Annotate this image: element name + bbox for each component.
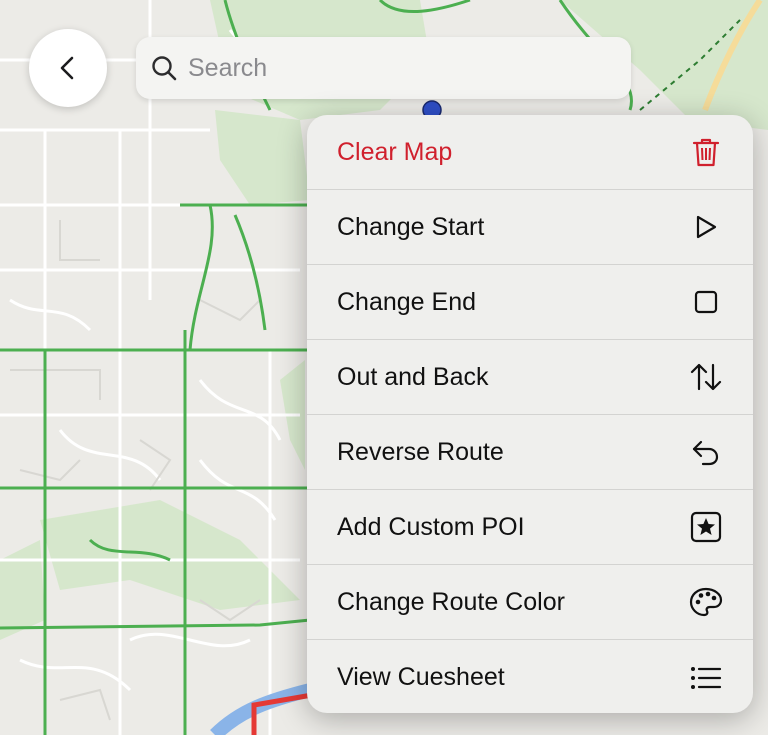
trash-icon — [689, 135, 723, 169]
context-menu: Clear Map Change Start Change End Out an… — [307, 115, 753, 713]
menu-item-view-cuesheet[interactable]: View Cuesheet — [307, 640, 753, 713]
menu-item-label: Add Custom POI — [337, 512, 525, 541]
menu-item-out-and-back[interactable]: Out and Back — [307, 340, 753, 415]
menu-item-label: Clear Map — [337, 137, 453, 166]
star-square-icon — [689, 510, 723, 544]
search-bar[interactable] — [136, 37, 631, 99]
play-icon — [689, 210, 723, 244]
menu-item-change-route-color[interactable]: Change Route Color — [307, 565, 753, 640]
menu-item-reverse-route[interactable]: Reverse Route — [307, 415, 753, 490]
menu-item-change-end[interactable]: Change End — [307, 265, 753, 340]
search-input[interactable] — [186, 52, 610, 84]
palette-icon — [689, 585, 723, 619]
chevron-left-icon — [60, 56, 74, 80]
menu-item-change-start[interactable]: Change Start — [307, 190, 753, 265]
search-icon — [152, 56, 177, 81]
menu-item-label: Change End — [337, 287, 477, 316]
menu-item-label: Out and Back — [337, 362, 489, 391]
list-icon — [689, 661, 723, 695]
arrows-up-down-icon — [689, 360, 723, 394]
menu-item-label: View Cuesheet — [337, 663, 505, 691]
menu-item-label: Change Start — [337, 212, 485, 241]
menu-item-add-custom-poi[interactable]: Add Custom POI — [307, 490, 753, 565]
menu-item-label: Reverse Route — [337, 437, 504, 466]
menu-item-clear-map[interactable]: Clear Map — [307, 115, 753, 190]
menu-item-label: Change Route Color — [337, 587, 565, 616]
stop-icon — [689, 285, 723, 319]
back-button[interactable] — [29, 29, 107, 107]
uturn-left-icon — [689, 435, 723, 469]
